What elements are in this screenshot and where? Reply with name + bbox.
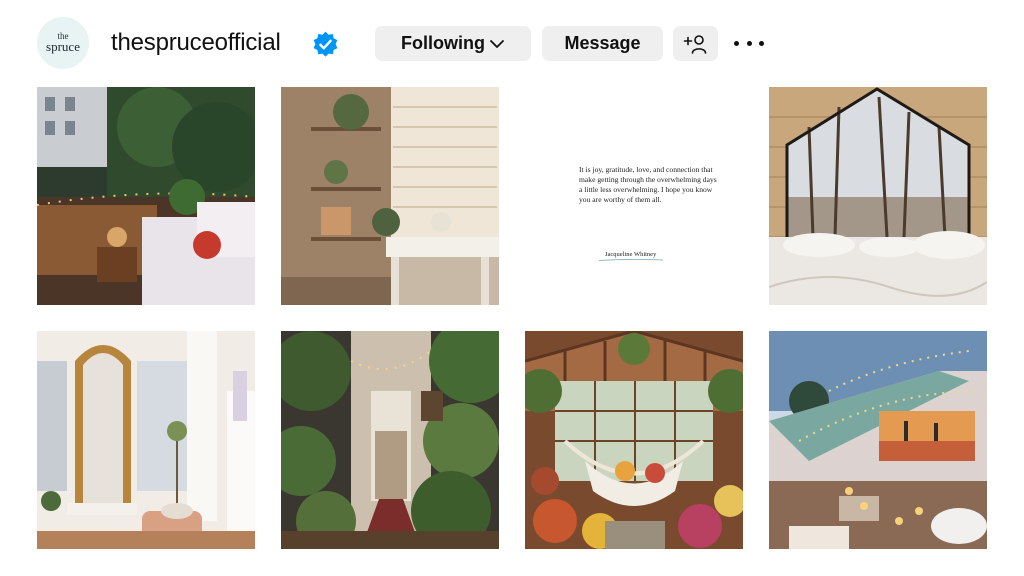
- verified-badge-icon: [313, 31, 338, 57]
- hallway-image: [281, 331, 499, 549]
- post-thumbnail-rooftop-movie[interactable]: [769, 331, 987, 549]
- a-frame-image: [769, 87, 987, 305]
- mirror-room-image: [37, 331, 255, 549]
- rooftop-image: [769, 331, 987, 549]
- following-button[interactable]: Following: [375, 26, 531, 61]
- following-label: Following: [401, 33, 485, 53]
- balcony-image: [37, 87, 255, 305]
- post-thumbnail-mirror-room[interactable]: [37, 331, 255, 549]
- message-label: Message: [564, 33, 641, 53]
- post-thumbnail-plant-hallway[interactable]: [281, 331, 499, 549]
- dot: [734, 40, 739, 46]
- chevron-down-icon: [490, 39, 504, 48]
- message-button[interactable]: Message: [542, 26, 663, 61]
- post-thumbnail-a-frame[interactable]: [769, 87, 987, 305]
- dot: [746, 40, 752, 46]
- post-thumbnail-greenhouse[interactable]: [525, 331, 743, 549]
- dot: [759, 40, 764, 46]
- quote-author: Jacqueline Whitney: [605, 251, 657, 258]
- more-options-button[interactable]: [734, 38, 764, 48]
- username[interactable]: thespruceofficial: [111, 29, 281, 57]
- profile-header: the spruce thespruceofficial Following M…: [0, 0, 1024, 88]
- avatar-text-bottom: spruce: [46, 38, 80, 54]
- shelves-image: [281, 87, 499, 305]
- post-thumbnail-balcony[interactable]: [37, 87, 255, 305]
- post-thumbnail-quote[interactable]: It is joy, gratitude, love, and connecti…: [525, 87, 743, 305]
- greenhouse-image: [525, 331, 743, 549]
- post-thumbnail-sunlit-shelves[interactable]: [281, 87, 499, 305]
- add-user-button[interactable]: [673, 26, 718, 61]
- quote-text: It is joy, gratitude, love, and connecti…: [579, 165, 717, 204]
- avatar[interactable]: the spruce: [37, 17, 89, 69]
- person-plus-icon: [683, 34, 706, 54]
- underline-swash-icon: [599, 259, 663, 261]
